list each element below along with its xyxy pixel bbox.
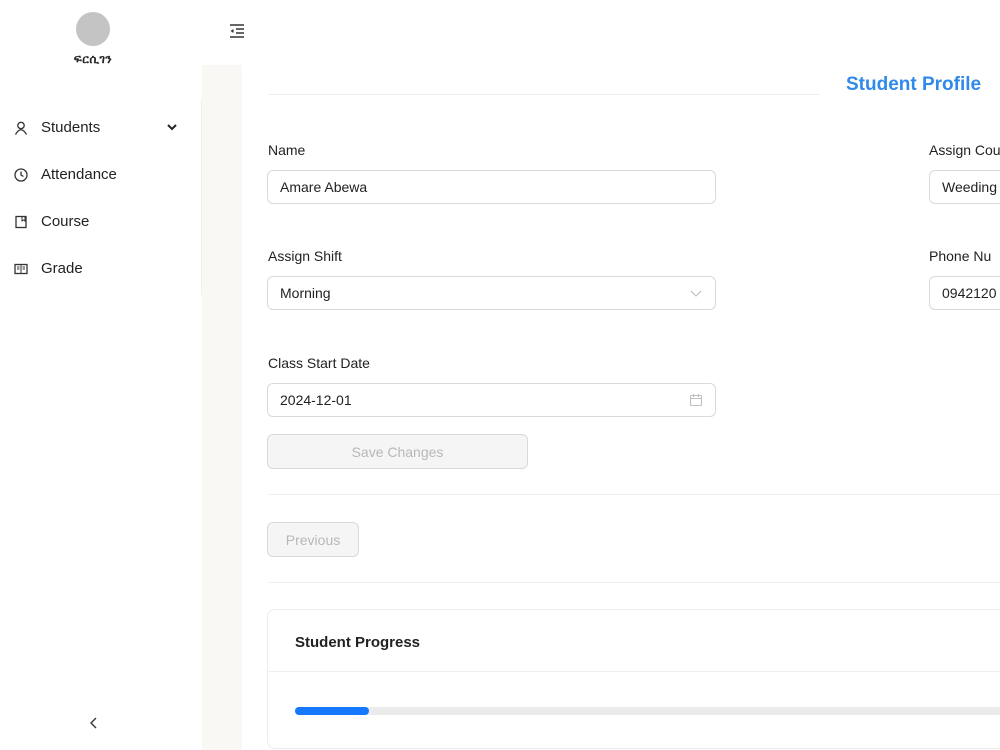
- name-value: Amare Abewa: [280, 179, 368, 195]
- phone-number-value: 0942120: [942, 285, 997, 301]
- open-book-icon: [14, 262, 28, 276]
- card-divider: [268, 671, 1000, 672]
- chevron-down-icon[interactable]: [165, 120, 179, 134]
- chevron-left-icon: [90, 717, 97, 729]
- assign-shift-select[interactable]: Morning: [267, 276, 716, 310]
- progress-bar: [295, 707, 1000, 715]
- class-start-date-value: 2024-12-01: [280, 392, 352, 408]
- save-changes-button[interactable]: Save Changes: [267, 434, 528, 469]
- student-progress-title: Student Progress: [295, 634, 421, 651]
- avatar: [76, 12, 110, 46]
- sidebar-item-label: Attendance: [41, 166, 117, 183]
- name-label: Name: [268, 142, 306, 158]
- section-divider: [268, 582, 1000, 583]
- logo-text: ፍርሲገን: [73, 52, 113, 66]
- sidebar-item-grade[interactable]: Grade: [0, 245, 201, 292]
- student-progress-card: Student Progress: [267, 609, 1000, 749]
- sidebar-collapse-button[interactable]: [84, 713, 104, 733]
- class-start-date-label: Class Start Date: [268, 355, 370, 371]
- class-start-date-picker[interactable]: 2024-12-01: [267, 383, 716, 417]
- sidebar-item-label: Grade: [41, 260, 83, 277]
- sidebar-item-students[interactable]: Students: [0, 104, 201, 151]
- sidebar-item-label: Course: [41, 213, 90, 230]
- page-title: Student Profile: [846, 74, 982, 95]
- chevron-down-icon: [689, 286, 703, 300]
- user-icon: [14, 121, 28, 135]
- logo: ፍርሲገን: [0, 12, 186, 67]
- calendar-icon[interactable]: [689, 393, 703, 407]
- menu-fold-icon: [230, 24, 244, 38]
- clock-icon: [14, 167, 28, 182]
- title-divider: [268, 94, 820, 95]
- phone-number-field[interactable]: 0942120: [929, 276, 1000, 310]
- assign-shift-label: Assign Shift: [268, 248, 342, 264]
- assign-course-label: Assign Cou: [929, 142, 1000, 158]
- assign-course-select[interactable]: Weeding: [929, 170, 1000, 204]
- assign-shift-value: Morning: [280, 285, 331, 301]
- book-icon: [14, 215, 28, 229]
- previous-button[interactable]: Previous: [267, 522, 359, 557]
- menu-toggle-button[interactable]: [228, 22, 246, 40]
- sidebar-item-attendance[interactable]: Attendance: [0, 151, 201, 198]
- section-divider: [268, 494, 1000, 495]
- phone-number-label: Phone Nu: [929, 248, 992, 264]
- assign-course-value: Weeding: [942, 179, 998, 195]
- progress-fill: [295, 707, 369, 715]
- sidebar-menu: Students Attendance Course Grade: [0, 104, 201, 292]
- sidebar-item-label: Students: [41, 119, 101, 136]
- name-field[interactable]: Amare Abewa: [267, 170, 716, 204]
- sidebar: ፍርሲገን Students Attendance Course Grade: [0, 0, 202, 750]
- sidebar-item-course[interactable]: Course: [0, 198, 201, 245]
